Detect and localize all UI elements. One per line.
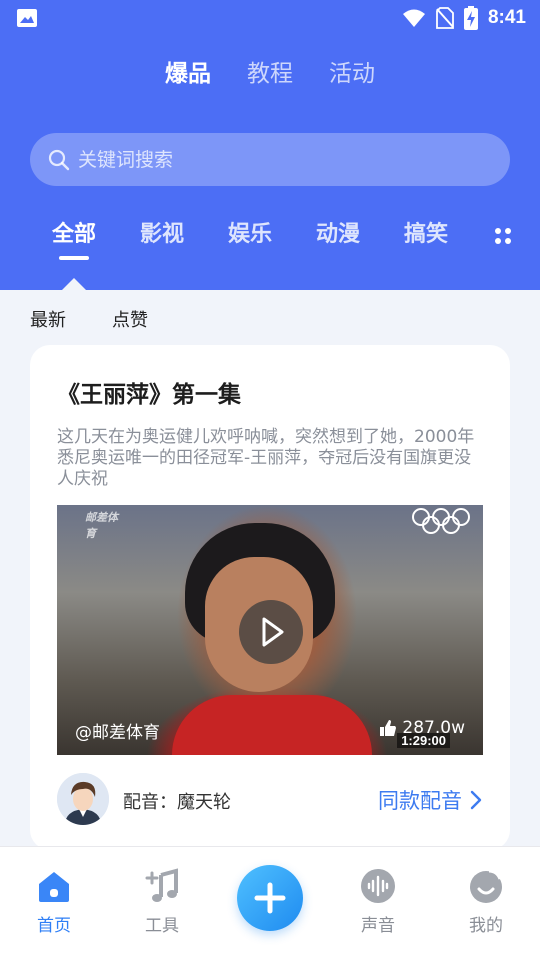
- status-bar: 8:41: [0, 0, 540, 36]
- nav-profile-label: 我的: [469, 916, 503, 936]
- search-input[interactable]: [78, 148, 478, 171]
- more-categories-icon[interactable]: [494, 227, 512, 245]
- sort-likes[interactable]: 点赞: [112, 306, 148, 332]
- plus-icon: [254, 882, 286, 914]
- search-icon: [48, 149, 70, 170]
- video-card[interactable]: 《王丽萍》第一集 这几天在为奥运健儿欢呼呐喊，突然想到了她，2000年悉尼奥运唯…: [30, 345, 510, 850]
- video-duration: 1:29:00: [397, 733, 450, 748]
- status-time: 8:41: [487, 7, 526, 28]
- tab-tutorials[interactable]: 教程: [247, 54, 293, 88]
- image-notification-icon: [17, 9, 37, 27]
- dubber-avatar[interactable]: [57, 773, 109, 825]
- tab-hot-products[interactable]: 爆品: [165, 54, 211, 88]
- sort-tabs: 最新 点赞: [30, 306, 148, 332]
- category-tabs: 全部 影视 娱乐 动漫 搞笑: [0, 216, 540, 266]
- category-entertainment[interactable]: 娱乐: [228, 216, 272, 248]
- nav-profile[interactable]: 我的: [446, 867, 526, 936]
- header-panel: 8:41 爆品 教程 活动 全部 影视 娱乐 动漫 搞笑: [0, 0, 540, 290]
- nav-home[interactable]: 首页: [14, 867, 94, 936]
- search-bar[interactable]: [30, 133, 510, 186]
- nav-voice-label: 声音: [361, 916, 395, 936]
- tab-pointer: [62, 278, 86, 290]
- video-player[interactable]: 邮差体育 @邮差体育 287.0w 1:29:00: [57, 505, 483, 755]
- music-note-icon: [145, 868, 178, 902]
- category-anime[interactable]: 动漫: [316, 216, 360, 248]
- no-sim-icon: [436, 7, 454, 29]
- card-title: 《王丽萍》第一集: [57, 382, 241, 408]
- sort-latest[interactable]: 最新: [30, 306, 66, 332]
- thumbs-up-icon: [380, 720, 397, 736]
- video-frame-jersey: [172, 695, 372, 755]
- dubber-label: 配音：魔天轮: [123, 792, 231, 813]
- chevron-right-icon: [470, 790, 482, 810]
- nav-voice[interactable]: 声音: [338, 867, 418, 936]
- top-tabs: 爆品 教程 活动: [0, 54, 540, 88]
- avatar-illustration: [57, 773, 109, 825]
- same-dub-label: 同款配音: [378, 789, 462, 813]
- same-dub-button[interactable]: 同款配音: [378, 785, 482, 815]
- bottom-nav: 首页 工具 声音 我的: [0, 846, 540, 960]
- category-funny[interactable]: 搞笑: [404, 216, 448, 248]
- olympic-rings-icon: [412, 508, 470, 534]
- create-button[interactable]: [237, 865, 303, 931]
- nav-home-label: 首页: [37, 916, 71, 936]
- profile-icon: [470, 869, 502, 903]
- category-all[interactable]: 全部: [52, 216, 96, 248]
- nav-tools-label: 工具: [145, 916, 179, 936]
- category-film[interactable]: 影视: [140, 216, 184, 248]
- wifi-icon: [402, 9, 425, 27]
- category-active-indicator: [59, 256, 89, 260]
- video-author: @邮差体育: [75, 723, 160, 743]
- nav-tools[interactable]: 工具: [122, 867, 202, 936]
- card-description: 这几天在为奥运健儿欢呼呐喊，突然想到了她，2000年悉尼奥运唯一的田径冠军-王丽…: [57, 427, 475, 489]
- play-icon: [262, 617, 284, 647]
- home-icon: [39, 872, 69, 902]
- play-button[interactable]: [239, 600, 303, 664]
- sound-wave-icon: [361, 869, 395, 903]
- video-watermark: 邮差体育: [85, 511, 118, 540]
- battery-charging-icon: [463, 6, 478, 30]
- tab-activities[interactable]: 活动: [329, 54, 375, 88]
